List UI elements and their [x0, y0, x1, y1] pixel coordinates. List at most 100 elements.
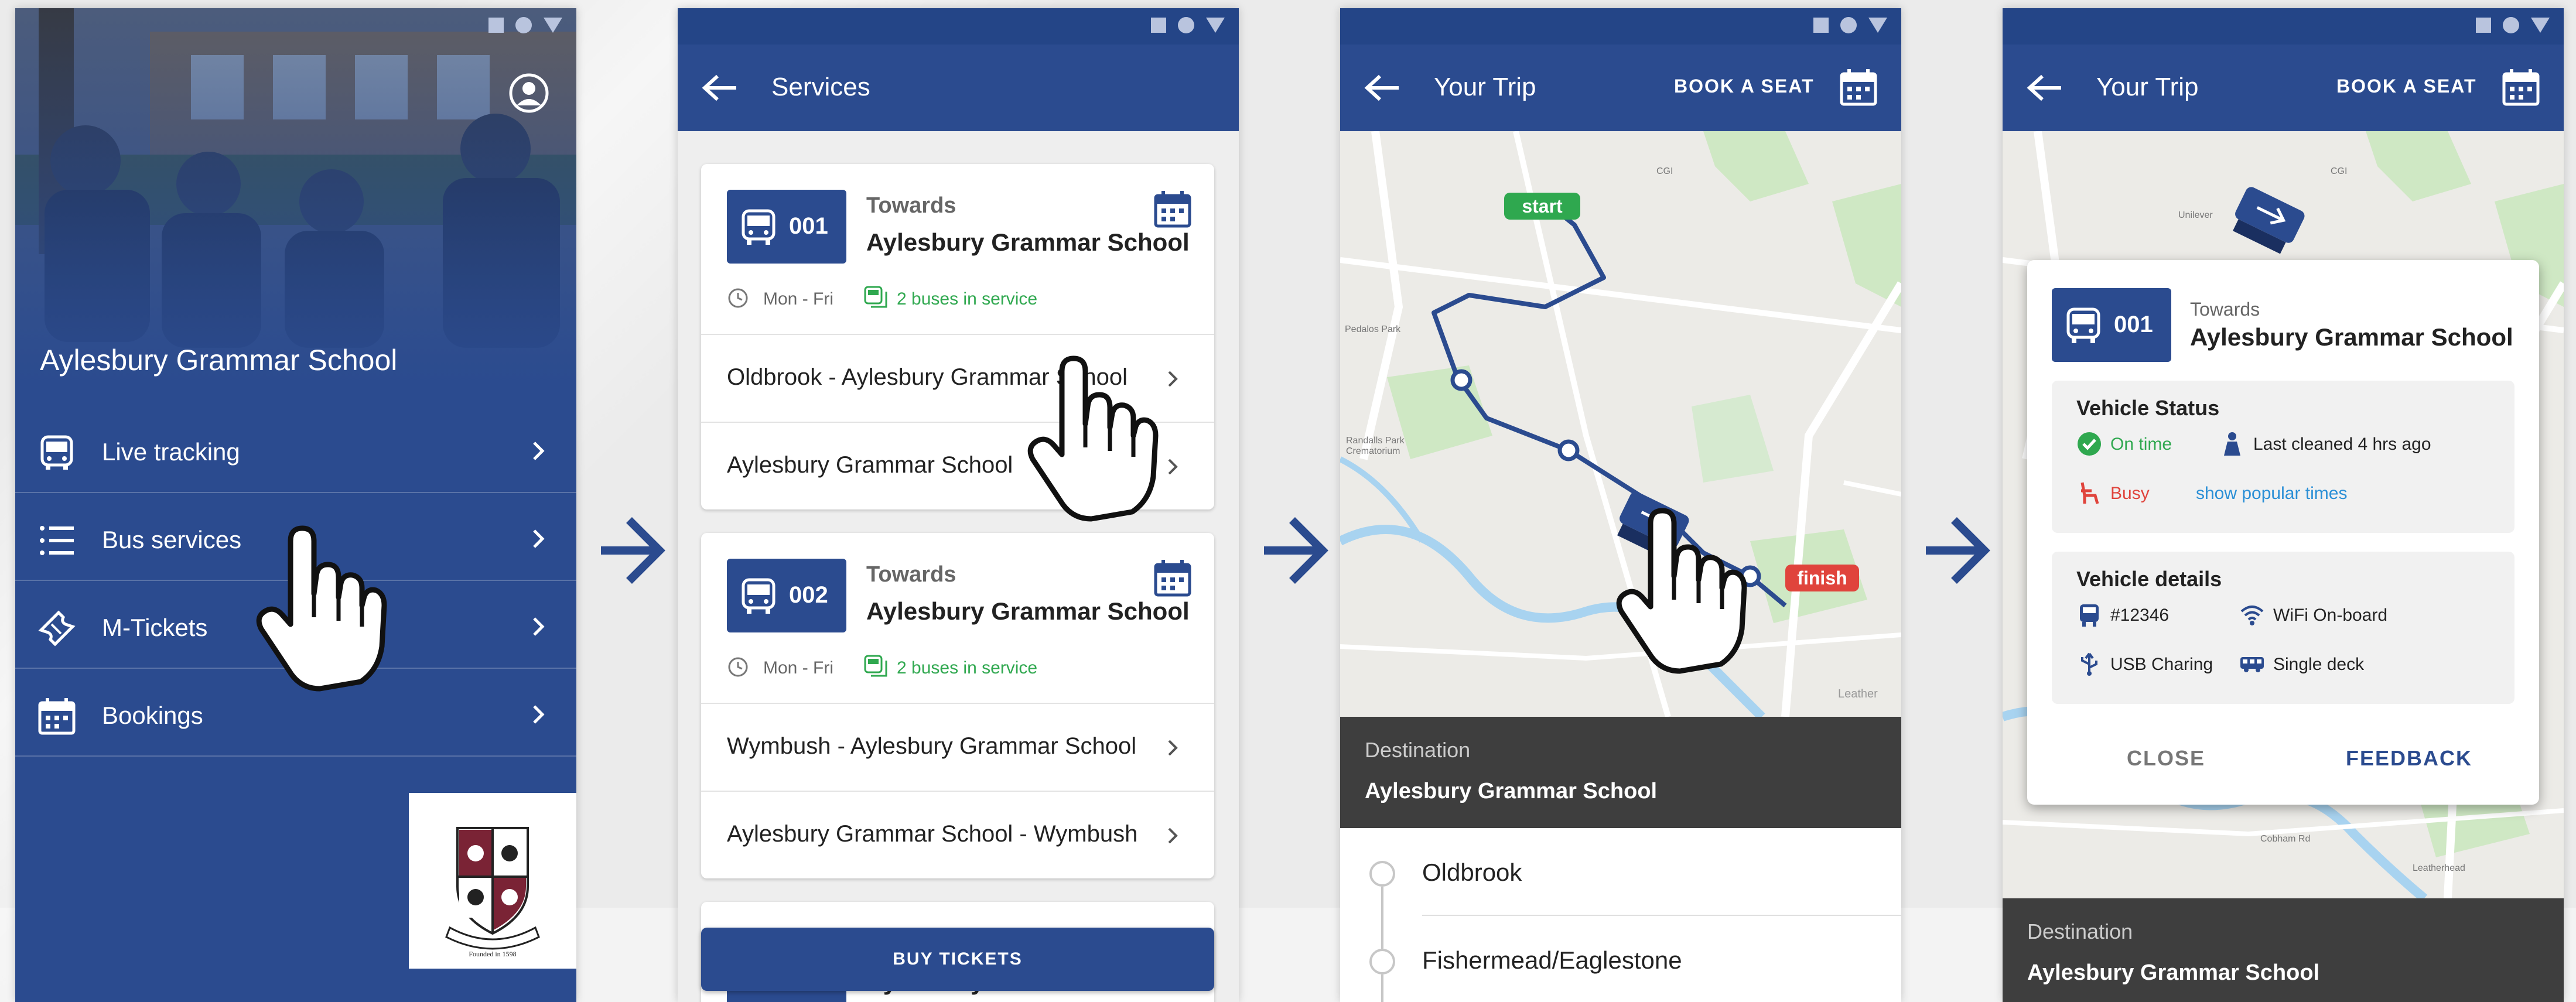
phone-vehicle-screen: Your Trip BOOK A SEAT CGI Unilever Leath… [2003, 8, 2564, 1002]
calendar-icon [38, 698, 76, 735]
vehicle-status-title: Vehicle Status [2076, 396, 2220, 420]
page-title: Your Trip [2096, 73, 2199, 101]
chevron-right-icon [1168, 371, 1178, 387]
status-bar-icons [1151, 17, 1225, 33]
start-marker: start [1522, 196, 1563, 217]
vehicle-details-title: Vehicle details [2076, 567, 2222, 591]
buy-tickets-button[interactable]: BUY TICKETS [701, 928, 1214, 991]
vehicle-details-panel: Vehicle details #12346 WiFi On-board USB… [2052, 552, 2514, 704]
back-arrow-icon[interactable] [1364, 73, 1401, 103]
destination-label: Destination [1365, 738, 1471, 762]
route-row[interactable]: Aylesbury Grammar School - Wymbush [701, 791, 1214, 878]
route-number: 001 [2114, 312, 2153, 337]
stop-row[interactable]: Oldbrook [1340, 828, 1901, 916]
close-button[interactable]: CLOSE [2127, 746, 2205, 771]
stop-name: Fishermead/Eaglestone [1422, 946, 1682, 974]
route-number: 002 [789, 582, 828, 608]
usb-icon [2081, 652, 2097, 676]
app-bar: Services [678, 45, 1239, 131]
wifi-onboard: WiFi On-board [2273, 606, 2388, 625]
book-seat-button[interactable]: BOOK A SEAT [2336, 76, 2476, 97]
vehicle-info-dialog: 001 Towards Aylesbury Grammar School Veh… [2027, 260, 2539, 805]
bus-icon [742, 209, 775, 245]
triangle-icon [1206, 18, 1225, 33]
circle-icon [1178, 17, 1194, 33]
phone-services-screen: Services 001 Towards Aylesbury Grammar S… [678, 8, 1239, 1002]
calendar-icon[interactable] [2500, 67, 2541, 108]
chevron-right-icon [533, 529, 545, 548]
page-title: Your Trip [1434, 73, 1536, 101]
show-popular-times-link[interactable]: show popular times [2196, 484, 2347, 504]
services-list: 001 Towards Aylesbury Grammar School Mon… [678, 131, 1239, 1002]
circle-icon [2503, 17, 2519, 33]
photo-overlay [15, 8, 576, 383]
route-badge: 001 [727, 190, 846, 264]
bus-in-service-icon [864, 286, 887, 308]
app-bar: Your Trip BOOK A SEAT [2003, 45, 2564, 131]
calendar-icon[interactable] [1152, 559, 1193, 597]
map-label: CGI [2331, 166, 2348, 176]
route-badge: 002 [727, 559, 846, 632]
list-icon [40, 526, 74, 555]
crest-logo [445, 827, 540, 950]
bus-icon [40, 435, 73, 470]
calendar-icon[interactable] [1838, 67, 1879, 108]
towards-label: Towards [2190, 299, 2260, 320]
map-label: Randalls Park Crematorium [1346, 436, 1405, 456]
chevron-right-icon [533, 705, 545, 724]
route-number: 001 [789, 213, 828, 239]
arrow-right-icon [1926, 517, 1990, 584]
stop-row[interactable]: Fishermead/Eaglestone [1340, 916, 1901, 1002]
calendar-icon[interactable] [1152, 190, 1193, 228]
school-name: Aylesbury Grammar School [40, 344, 398, 377]
route-badge: 001 [2052, 288, 2171, 362]
square-icon [1813, 18, 1829, 33]
destination-name: Aylesbury Grammar School [2190, 323, 2513, 351]
usb-charging: USB Charing [2110, 655, 2213, 674]
crest-motto: Founded in 1598 [469, 950, 517, 958]
map-label: Pedalos Park [1345, 324, 1401, 334]
status-bar-icons [2476, 17, 2550, 33]
book-seat-button[interactable]: BOOK A SEAT [1674, 76, 1814, 97]
square-icon [488, 18, 504, 33]
arrow-right-icon [1264, 517, 1328, 584]
buses-in-service: 2 buses in service [897, 658, 1038, 678]
map-label: CGI [1656, 166, 1673, 176]
cleaner-icon [2224, 432, 2240, 456]
status-bar [2003, 8, 2564, 45]
destination-name: Aylesbury Grammar School [866, 597, 1190, 625]
chevron-right-icon [533, 442, 545, 460]
destination-value: Aylesbury Grammar School [1365, 779, 1658, 803]
back-arrow-icon[interactable] [701, 73, 739, 103]
seat-icon [2080, 482, 2099, 504]
feedback-button[interactable]: FEEDBACK [2346, 746, 2472, 771]
menu-item-live-tracking[interactable]: Live tracking [15, 406, 576, 493]
service-days: Mon - Fri [763, 289, 833, 309]
triangle-icon [1868, 18, 1887, 33]
route-row-label: Wymbush - Aylesbury Grammar School [727, 733, 1137, 759]
towards-label: Towards [866, 193, 956, 218]
circle-icon [1840, 17, 1857, 33]
service-days: Mon - Fri [763, 658, 833, 678]
chevron-right-icon [533, 617, 545, 636]
route-row-label: Aylesbury Grammar School - Wymbush [727, 821, 1138, 847]
chevron-right-icon [1168, 740, 1178, 756]
status-bar-icons [488, 17, 562, 33]
destination-label: Destination [2027, 919, 2133, 943]
stop-marker [1369, 949, 1395, 974]
stop-name: Oldbrook [1422, 859, 1522, 886]
clock-icon [728, 288, 748, 308]
back-arrow-icon[interactable] [2026, 73, 2063, 103]
route-row[interactable]: Wymbush - Aylesbury Grammar School [701, 703, 1214, 791]
wifi-icon [2240, 606, 2264, 625]
ticket-icon [38, 610, 76, 647]
menu-item-label: Bookings [102, 702, 203, 729]
map-label: Leatherhead [2413, 863, 2465, 873]
profile-icon[interactable] [508, 73, 549, 114]
bus-in-service-icon [864, 655, 887, 677]
phone-home-screen: Aylesbury Grammar School Live tracking B… [15, 8, 576, 1002]
chevron-right-icon [1168, 827, 1178, 844]
square-icon [2476, 18, 2491, 33]
status-bar-icons [1813, 17, 1887, 33]
destination-name: Aylesbury Grammar School [866, 228, 1190, 256]
